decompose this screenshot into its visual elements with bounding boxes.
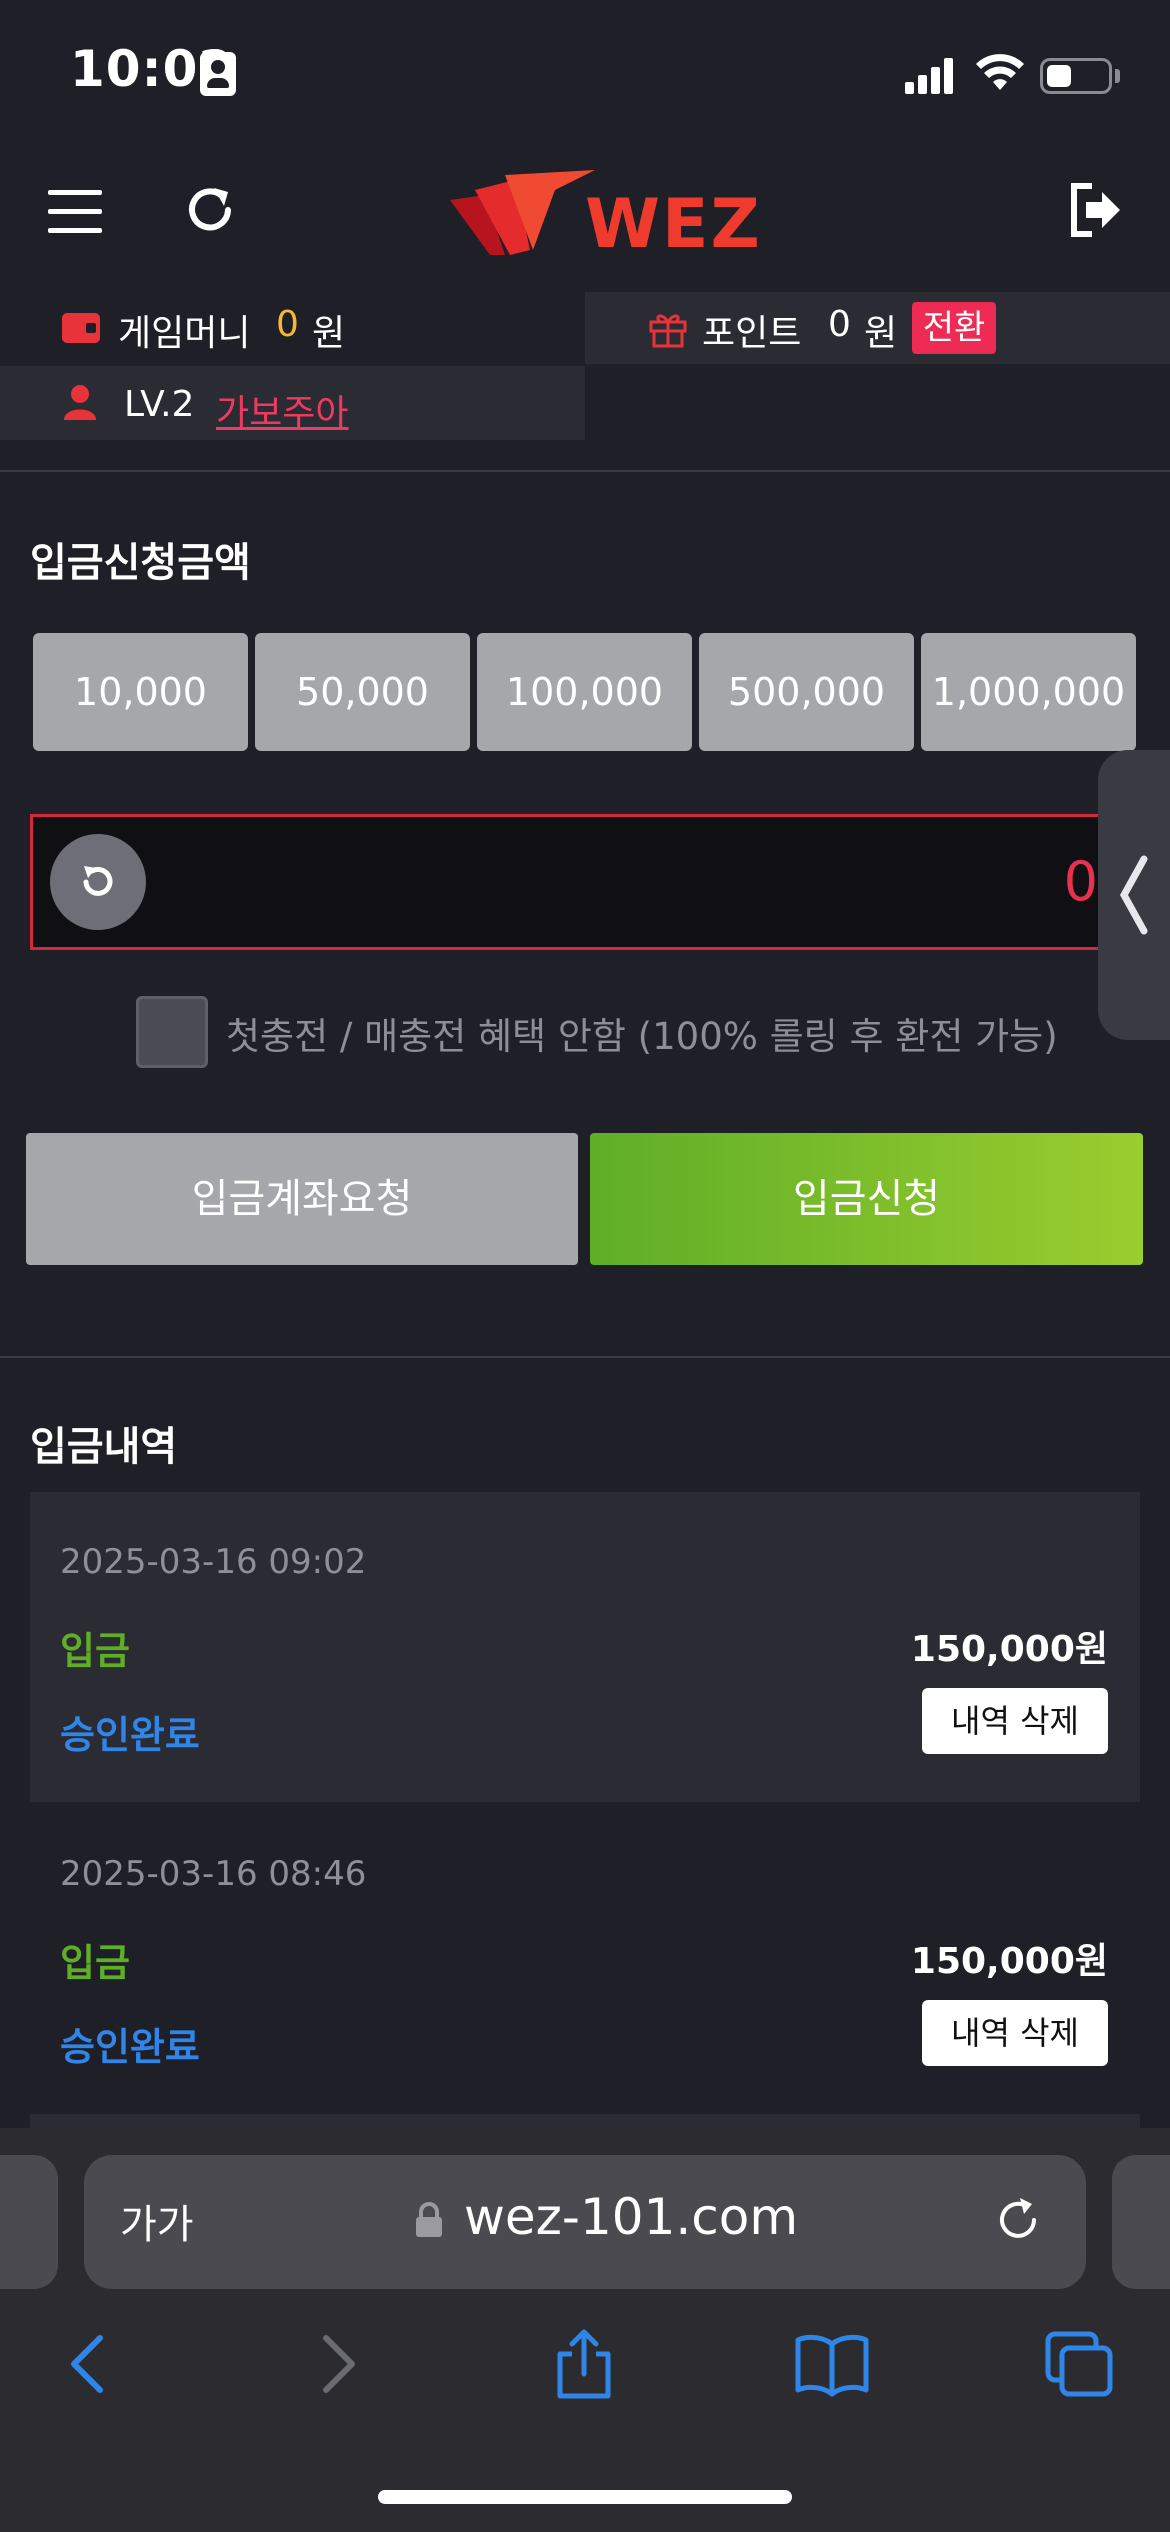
history-type: 입금 [60, 1629, 130, 1673]
wez-logo[interactable]: WEZ [445, 160, 760, 265]
gift-icon [649, 314, 687, 348]
history-date: 2025-03-16 08:46 [60, 1854, 367, 1894]
amount-value: 0 [1063, 850, 1098, 913]
amount-button-50000[interactable]: 50,000 [255, 633, 470, 751]
no-bonus-checkbox[interactable] [136, 996, 208, 1068]
game-money-unit: 원 [312, 313, 346, 354]
lock-icon [416, 2202, 442, 2237]
deposit-amount-title: 입금신청금액 [30, 540, 251, 586]
amount-button-10000[interactable]: 10,000 [33, 633, 248, 751]
game-money-label: 게임머니 [118, 313, 251, 354]
next-tab-peek[interactable] [1112, 2155, 1170, 2289]
share-icon[interactable] [546, 2328, 622, 2400]
logout-icon[interactable] [1068, 182, 1124, 238]
divider [0, 470, 1170, 472]
reset-amount-button[interactable] [50, 834, 146, 930]
history-status: 승인완료 [60, 2025, 200, 2069]
logo-mark-icon [450, 170, 595, 255]
tabs-icon[interactable] [1042, 2328, 1118, 2400]
amount-button-500000[interactable]: 500,000 [699, 633, 914, 751]
wifi-icon [976, 54, 1024, 90]
point-unit: 원 [864, 313, 898, 354]
forward-icon[interactable] [300, 2328, 376, 2400]
username-link[interactable]: 가보주아 [216, 384, 348, 436]
cellular-signal-icon [905, 58, 955, 94]
id-card-icon [200, 52, 236, 96]
game-money-value: 0 [276, 304, 299, 345]
history-item: 2025-03-16 08:46 입금 150,000원 승인완료 내역 삭제 [30, 1804, 1140, 2114]
amount-button-100000[interactable]: 100,000 [477, 633, 692, 751]
home-indicator [378, 2490, 792, 2504]
info-empty-box [587, 366, 1170, 440]
no-bonus-checkbox-label: 첫충전 / 매충전 혜택 안함 (100% 롤링 후 환전 가능) [226, 1015, 1058, 1058]
history-status: 승인완료 [60, 1713, 200, 1757]
history-type: 입금 [60, 1941, 130, 1985]
divider [0, 1356, 1170, 1358]
logo-text: WEZ [585, 185, 762, 264]
point-value: 0 [828, 304, 851, 345]
amount-input[interactable] [30, 814, 1140, 950]
amount-button-1000000[interactable]: 1,000,000 [921, 633, 1136, 751]
level-text: LV.2 [124, 384, 195, 425]
delete-history-button[interactable]: 내역 삭제 [922, 2000, 1108, 2066]
battery-cap [1115, 69, 1120, 83]
battery-icon [1040, 58, 1112, 94]
account-request-button[interactable]: 입금계좌요청 [26, 1133, 578, 1265]
history-amount: 150,000원 [910, 1629, 1108, 1670]
reload-icon[interactable] [990, 2192, 1046, 2248]
wallet-icon [62, 313, 100, 343]
side-drawer-tab[interactable] [1098, 750, 1170, 1040]
point-label: 포인트 [702, 313, 802, 354]
delete-history-button[interactable]: 내역 삭제 [922, 1688, 1108, 1754]
hamburger-menu-icon[interactable] [48, 190, 102, 234]
bookmarks-icon[interactable] [794, 2328, 870, 2400]
deposit-history-title: 입금내역 [30, 1424, 178, 1470]
history-amount: 150,000원 [910, 1941, 1108, 1982]
page-settings-button[interactable]: 가가 [120, 2192, 194, 2250]
refresh-icon[interactable] [180, 180, 240, 240]
back-icon[interactable] [50, 2328, 126, 2400]
history-date: 2025-03-16 09:02 [60, 1542, 367, 1582]
user-icon [64, 385, 96, 420]
convert-button[interactable]: 전환 [912, 302, 996, 354]
history-item: 2025-03-16 09:02 입금 150,000원 승인완료 내역 삭제 [30, 1492, 1140, 1802]
url-text[interactable]: wez-101.com [464, 2188, 798, 2246]
previous-tab-peek[interactable] [0, 2155, 58, 2289]
reset-icon [83, 866, 113, 896]
chevron-left-icon [1119, 855, 1148, 935]
deposit-apply-button[interactable]: 입금신청 [590, 1133, 1143, 1265]
